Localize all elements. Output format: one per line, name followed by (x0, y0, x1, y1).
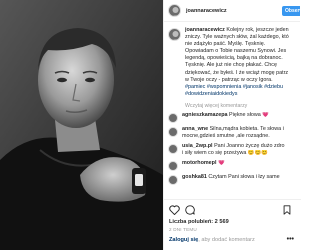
comments-list[interactable]: joannaracewicz Kolejny rok, jeszcze jede… (164, 23, 301, 199)
commenter-username[interactable]: anna_wne (182, 126, 208, 132)
commenter-username[interactable]: usia_2wp.pl (182, 143, 213, 149)
comment-body: i siły wiem co się przeżywa 😊😊😊 (182, 149, 269, 156)
comment-text: agnieszkamazepa Piękne słowa 💗 (182, 112, 296, 119)
caption-avatar[interactable] (168, 28, 181, 41)
post-timestamp: 2 DNI TEMU (169, 227, 197, 232)
caption-line: Opowiadam o Tobie naszemu Synowi. Jes (185, 48, 287, 55)
caption-line: nie zdążyło paść. Myślę. Tęsknię. (185, 41, 266, 48)
comment-icon[interactable] (185, 204, 195, 215)
comment-text: usia_2wp.pl Pani Joanno życzę dużo zdro … (182, 143, 296, 157)
comment-text: motorhomepl 💗 (182, 160, 296, 167)
login-link[interactable]: Zaloguj się (169, 237, 198, 243)
post-header: joannaracewicz Obserwuj (164, 0, 300, 22)
comment-item: agnieszkamazepa Piękne słowa 💗 (168, 112, 297, 123)
comment-text: goshka81 Czytam Pani słowa i łzy same (182, 174, 296, 181)
action-icons (169, 204, 296, 215)
comment-item: motorhomepl 💗 (168, 160, 297, 171)
caption-hashtags[interactable]: #pamiec #wspomnienia #janosik #dziebu (185, 84, 297, 91)
commenter-username[interactable]: agnieszkamazepa (182, 112, 228, 118)
likes-count[interactable]: Liczba polubień: 2 569 (169, 219, 296, 225)
post-photo[interactable] (0, 0, 163, 250)
bookmark-icon[interactable] (283, 204, 291, 215)
caption-username[interactable]: joannaracewicz (185, 27, 225, 33)
portrait-image (0, 0, 163, 250)
caption-line: dziękować, że byłeś. I że wciąż mogę pat… (185, 69, 289, 76)
follow-button[interactable]: Obserwuj (282, 6, 300, 16)
comment-body: Silna,mądra kobieta. Te słowa i (209, 125, 284, 132)
post-caption: joannaracewicz Kolejny rok, jeszcze jede… (168, 27, 297, 98)
commenter-avatar[interactable] (168, 174, 178, 185)
login-prompt: Zaloguj się, aby dodać komentarz ••• (169, 236, 296, 245)
commenter-avatar[interactable] (168, 143, 178, 154)
caption-line: legendą, opowieścią, bajką na dobranoc. (185, 55, 283, 62)
author-avatar[interactable] (168, 4, 181, 17)
load-more-comments[interactable]: Wczytaj więcej komentarzy (185, 103, 297, 109)
comment-body: Pani Joanno życzę dużo zdro (214, 142, 285, 149)
post-sidebar: joannaracewicz Obserwuj joannaracewicz K… (163, 0, 301, 250)
caption-line: w Twoje oczy - patrząc w oczy Igora. (185, 76, 273, 83)
commenter-username[interactable]: goshka81 (182, 174, 207, 180)
comment-item: usia_2wp.pl Pani Joanno życzę dużo zdro … (168, 143, 297, 157)
login-prompt-text: , aby dodać komentarz (198, 237, 255, 243)
caption-line: joannaracewicz Kolejny rok, jeszcze jede… (185, 27, 297, 34)
caption-line-text: Kolejny rok, jeszcze jeden (224, 27, 289, 33)
caption-text: joannaracewicz Kolejny rok, jeszcze jede… (185, 27, 297, 98)
caption-line: Tęsknię. Ale już nie chcę płakać. Chcę (185, 62, 277, 69)
comment-item: goshka81 Czytam Pani słowa i łzy same (168, 174, 297, 185)
comment-item: anna_wne Silna,mądra kobieta. Te słowa i… (168, 126, 297, 140)
commenter-avatar[interactable] (168, 126, 178, 137)
comment-text: anna_wne Silna,mądra kobieta. Te słowa i… (182, 126, 296, 140)
comment-body: Czytam Pani słowa i łzy same (208, 173, 280, 180)
heart-icon[interactable] (169, 204, 180, 215)
comment-body: Piękne słowa 💗 (229, 111, 270, 118)
caption-line: zniczy. Tyle ważnych słów, żal każdego, … (185, 34, 289, 41)
caption-hashtags[interactable]: #dowidzeniaidokiedys (185, 91, 297, 98)
comment-body: mocne,gdzieś smutne ,ale rozsądne. (182, 132, 270, 139)
comment-body: 💗 (217, 159, 225, 166)
more-icon[interactable]: ••• (287, 236, 294, 243)
author-username[interactable]: joannaracewicz (186, 8, 227, 14)
post-actions: Liczba polubień: 2 569 2 DNI TEMU Zalogu… (164, 199, 301, 250)
commenter-username[interactable]: motorhomepl (182, 160, 216, 166)
commenter-avatar[interactable] (168, 112, 178, 123)
commenter-avatar[interactable] (168, 160, 178, 171)
